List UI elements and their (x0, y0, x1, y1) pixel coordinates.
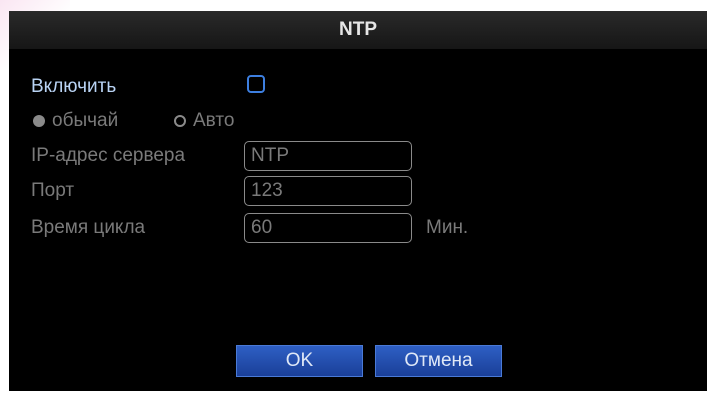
enable-label: Включить (31, 76, 117, 97)
server-address-value: NTP (251, 145, 289, 166)
cancel-button[interactable]: Отмена (375, 345, 502, 377)
enable-checkbox[interactable] (247, 75, 265, 93)
cycle-unit-label: Мин. (426, 217, 469, 238)
mode-auto-label: Авто (193, 110, 235, 131)
server-address-input[interactable]: NTP (244, 141, 412, 171)
dialog-title: NTP (339, 19, 377, 40)
mode-custom-radio[interactable] (33, 115, 45, 127)
ok-button-label: OK (285, 350, 314, 371)
dialog-title-bar: NTP (9, 11, 707, 49)
mode-auto-radio[interactable] (174, 115, 186, 127)
cancel-button-label: Отмена (404, 350, 473, 371)
port-input[interactable]: 123 (244, 176, 412, 206)
cycle-input[interactable]: 60 (244, 213, 412, 243)
port-label: Порт (31, 180, 75, 201)
port-value: 123 (251, 180, 283, 201)
ntp-dialog: NTP Включить обычай Авто IP-адрес сервер… (9, 11, 707, 391)
cycle-value: 60 (251, 217, 273, 238)
cycle-label: Время цикла (31, 217, 146, 238)
mode-custom-label: обычай (52, 110, 119, 131)
ok-button[interactable]: OK (236, 345, 363, 377)
server-label: IP-адрес сервера (31, 145, 186, 166)
